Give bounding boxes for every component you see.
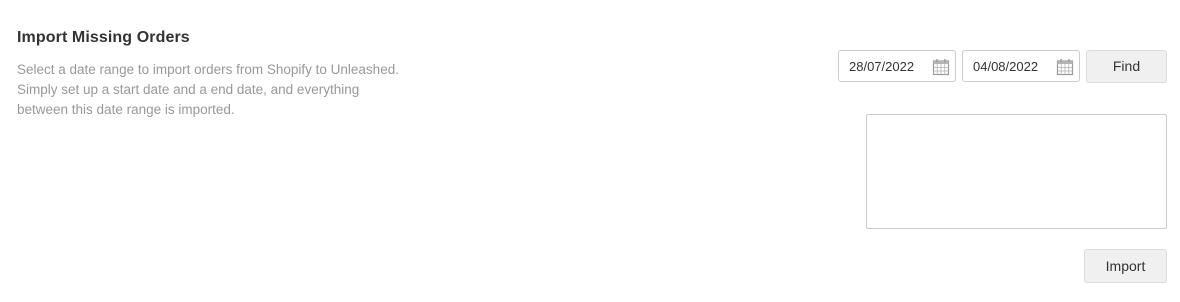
description-line: Select a date range to import orders fro…	[17, 62, 399, 77]
start-date-input[interactable]: 28/07/2022	[838, 50, 956, 82]
import-button[interactable]: Import	[1084, 249, 1167, 283]
import-missing-orders-panel: Import Missing Orders Select a date rang…	[0, 0, 1180, 302]
section-title: Import Missing Orders	[17, 29, 190, 46]
section-description: Select a date range to import orders fro…	[17, 60, 417, 120]
calendar-icon[interactable]	[1056, 58, 1074, 76]
end-date-input[interactable]: 04/08/2022	[962, 50, 1080, 82]
orders-results-box[interactable]	[866, 114, 1167, 229]
end-date-value: 04/08/2022	[973, 59, 1039, 74]
start-date-value: 28/07/2022	[849, 59, 915, 74]
description-line: Simply set up a start date and a end dat…	[17, 82, 360, 97]
calendar-icon[interactable]	[932, 58, 950, 76]
find-button[interactable]: Find	[1086, 50, 1167, 83]
description-line: between this date range is imported.	[17, 102, 235, 117]
